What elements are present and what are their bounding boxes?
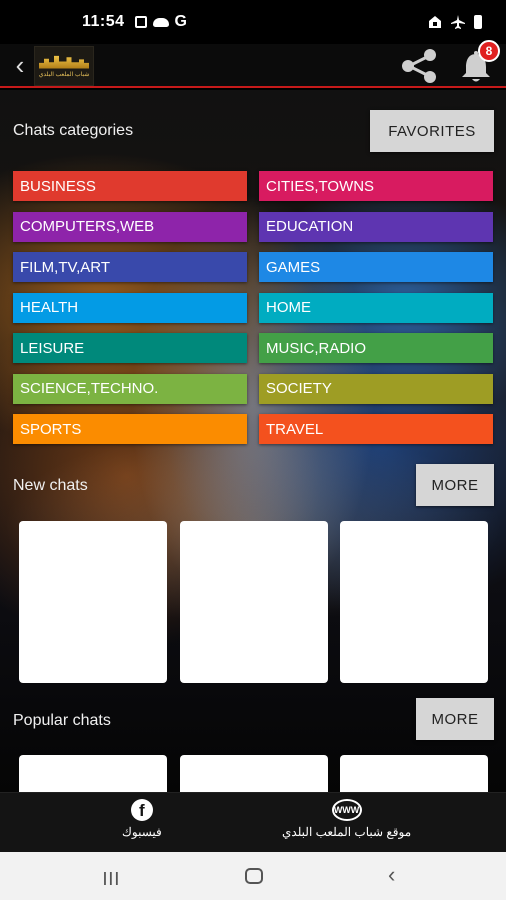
facebook-icon: f (130, 799, 153, 821)
bottom-navigation: f فيسبوك WWW موقع شباب الملعب البلدي (0, 792, 506, 852)
status-bar: 11:54 G (0, 0, 506, 44)
recent-apps-icon[interactable]: ||| (103, 869, 121, 885)
category-button[interactable]: HEALTH (13, 292, 247, 323)
airplane-mode-icon (451, 15, 465, 29)
status-system-icons (428, 14, 482, 30)
popular-chats-more-button[interactable]: MORE (416, 698, 494, 740)
app-bar: ‹ شباب الملعب البلدي (0, 44, 506, 88)
battery-icon (474, 15, 482, 29)
category-button[interactable]: CITIES,TOWNS (259, 171, 493, 201)
gallery-icon (134, 16, 147, 28)
facebook-label: فيسبوك (122, 825, 162, 839)
category-button[interactable]: SPORTS (13, 414, 247, 444)
back-arrow-icon[interactable]: ‹ (10, 50, 30, 81)
category-button[interactable]: GAMES (259, 252, 493, 282)
status-time: 11:54 (82, 13, 125, 30)
system-back-icon[interactable]: ‹ (388, 862, 395, 888)
notification-count-badge: 8 (478, 40, 500, 62)
new-chat-card[interactable] (19, 521, 167, 683)
google-icon: G (174, 13, 187, 30)
home-icon[interactable] (245, 868, 263, 884)
facebook-nav-item[interactable]: f فيسبوك (122, 799, 162, 839)
logo-skyline-graphic (39, 55, 89, 69)
system-navigation-bar: ||| ‹ (0, 852, 506, 900)
popular-chat-card[interactable] (19, 755, 167, 792)
chats-categories-title: Chats categories (13, 122, 134, 139)
main-content[interactable]: Chats categories FAVORITES BUSINESS CITIE… (0, 90, 506, 792)
popular-chat-card[interactable] (340, 755, 488, 792)
popular-chat-card[interactable] (180, 755, 328, 792)
new-chat-card[interactable] (340, 521, 488, 683)
category-button[interactable]: TRAVEL (259, 414, 493, 444)
category-button[interactable]: HOME (259, 292, 493, 323)
category-button[interactable]: SOCIETY (259, 373, 493, 404)
logo-text: شباب الملعب البلدي (38, 71, 90, 78)
category-button[interactable]: EDUCATION (259, 211, 493, 242)
new-chats-title: New chats (13, 477, 88, 494)
new-chat-card[interactable] (180, 521, 328, 683)
category-button[interactable]: SCIENCE,TECHNO. (13, 373, 247, 404)
cloud-icon (152, 17, 169, 27)
popular-chats-title: Popular chats (13, 712, 111, 729)
category-button[interactable]: COMPUTERS,WEB (13, 211, 247, 242)
category-button[interactable]: MUSIC,RADIO (259, 333, 493, 363)
status-notification-icons: G (134, 13, 187, 31)
website-nav-item[interactable]: WWW موقع شباب الملعب البلدي (282, 799, 411, 839)
home-lock-icon (429, 16, 441, 28)
category-button[interactable]: BUSINESS (13, 171, 247, 201)
new-chats-more-button[interactable]: MORE (416, 464, 494, 506)
website-label: موقع شباب الملعب البلدي (282, 825, 412, 839)
globe-www-icon: WWW (331, 799, 362, 821)
app-logo: شباب الملعب البلدي (34, 46, 94, 86)
category-button[interactable]: LEISURE (13, 333, 247, 363)
category-button[interactable]: FILM,TV,ART (13, 252, 247, 282)
favorites-button[interactable]: FAVORITES (370, 110, 494, 152)
share-icon[interactable] (398, 48, 440, 84)
